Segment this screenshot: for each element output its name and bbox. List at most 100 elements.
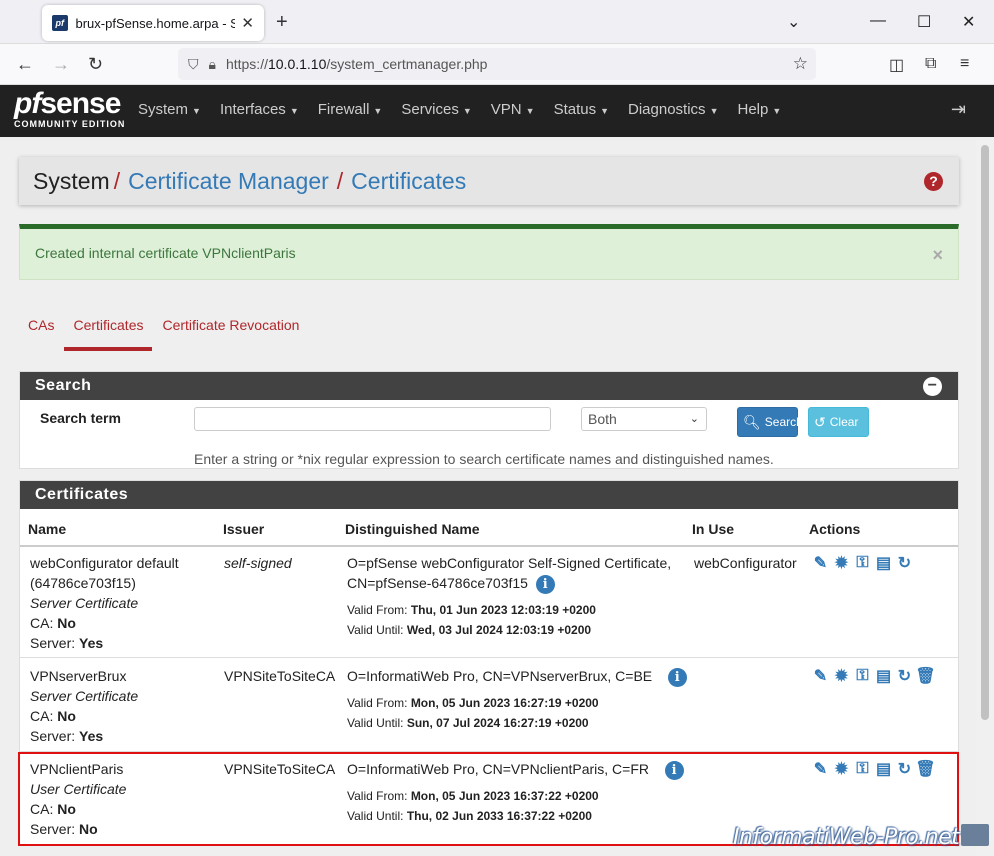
export-certificate-icon[interactable]: ✹ [832,553,851,572]
logout-icon[interactable]: ⇥ [951,99,966,120]
bookmark-star-icon[interactable]: ☆ [793,54,808,74]
export-certificate-icon[interactable]: ✹ [832,759,851,778]
column-name[interactable]: Name [28,521,66,537]
cert-tabs: CAs Certificates Certificate Revocation [19,315,309,351]
menu-status[interactable]: Status ▼ [554,101,609,118]
certificates-panel: Certificates Name Issuer Distinguished N… [19,480,959,844]
cert-name-cell: VPNserverBrux Server Certificate CA: No … [30,668,139,744]
edit-pencil-icon[interactable]: ✎ [811,666,830,685]
breadcrumb-separator: / [113,167,121,194]
breadcrumb-separator: / [336,167,344,194]
menu-system[interactable]: System ▼ [138,101,201,118]
menu-firewall[interactable]: Firewall ▼ [318,101,383,118]
info-icon[interactable]: i [535,574,555,594]
menu-hamburger-icon[interactable]: ≡ [960,55,969,73]
tab-certificates[interactable]: Certificates [64,315,153,351]
certificates-panel-title: Certificates [20,481,958,509]
row-divider [20,657,958,658]
tab-title: brux-pfSense.home.arpa - Syst [75,15,236,31]
lock-icon[interactable]: 🔒︎ [209,56,216,73]
renew-icon[interactable]: ↻ [895,759,914,778]
laptop-icon [961,824,989,846]
cert-dn-cell: O=pfSense webConfigurator Self-Signed Ce… [347,555,672,637]
info-icon[interactable]: i [667,667,687,687]
watermark: InformatiWeb-Pro.net [733,825,960,850]
collapse-minus-icon[interactable]: − [923,377,942,396]
chevron-down-icon: ⌄ [689,413,699,425]
cert-issuer-cell: VPNSiteToSiteCA [224,668,336,684]
cert-name-cell: webConfigurator default (64786ce703f15) … [30,555,179,651]
export-certificate-icon[interactable]: ✹ [832,666,851,685]
extensions-icon[interactable]: ⧉ [925,55,936,73]
scrollbar-thumb[interactable] [981,145,989,720]
search-button[interactable]: 🔍︎ Search [737,407,803,437]
info-icon[interactable]: i [664,760,684,780]
new-tab-icon[interactable]: + [276,11,288,34]
success-alert: Created internal certificate VPNclientPa… [19,224,959,280]
tab-cas[interactable]: CAs [19,315,63,351]
menu-services[interactable]: Services ▼ [401,101,471,118]
edit-pencil-icon[interactable]: ✎ [811,759,830,778]
breadcrumb-certificates[interactable]: Certificates [351,168,466,195]
reload-icon[interactable]: ↻ [88,54,103,75]
trash-icon[interactable]: 🗑︎ [915,666,935,685]
browser-nav-bar: ← → ↻ ⛉ 🔒︎ https://10.0.1.10/system_cert… [0,44,994,85]
forward-icon[interactable]: → [52,54,70,75]
back-icon[interactable]: ← [16,54,34,75]
alert-close-icon[interactable]: × [932,245,943,266]
tab-certificate-revocation[interactable]: Certificate Revocation [153,315,308,351]
browser-tab[interactable]: pf brux-pfSense.home.arpa - Syst ✕ [42,5,264,41]
pfsense-logo[interactable]: pfsense COMMUNITY EDITION [14,89,126,130]
close-tab-icon[interactable]: ✕ [241,14,254,32]
column-distinguished-name[interactable]: Distinguished Name [345,521,480,537]
logo-edition: COMMUNITY EDITION [14,119,126,129]
edit-pencil-icon[interactable]: ✎ [811,553,830,572]
browser-tab-bar: pf brux-pfSense.home.arpa - Syst ✕ + ⌄ —… [0,0,994,44]
page-scrollbar[interactable] [976,137,994,856]
column-issuer[interactable]: Issuer [223,521,264,537]
shield-icon[interactable]: ⛉ [188,56,199,73]
alert-message: Created internal certificate VPNclientPa… [35,245,296,261]
cert-dn-cell: O=InformatiWeb Pro, CN=VPNclientParis, C… [347,759,687,826]
url-bar[interactable]: ⛉ 🔒︎ https://10.0.1.10/system_certmanage… [178,48,816,80]
main-menu: System ▼ Interfaces ▼ Firewall ▼ Services ▼ … [138,101,800,118]
search-input[interactable] [194,407,551,431]
breadcrumb-certificate-manager[interactable]: Certificate Manager [128,168,329,195]
tab-list-chevron-icon[interactable]: ⌄ [787,12,800,32]
column-actions: Actions [809,521,861,537]
close-window-icon[interactable]: ✕ [962,12,975,32]
table-header-divider [20,545,958,547]
row-actions: ✎ ✹ ⚿ ▤ ↻ [811,553,916,572]
breadcrumb-system: System [33,167,110,194]
cert-dn-cell: O=InformatiWeb Pro, CN=VPNserverBrux, C=… [347,666,687,733]
search-panel: Search − Search term Both ⌄ 🔍︎ Search ↺ … [19,371,959,469]
export-archive-icon[interactable]: ▤ [874,553,893,572]
export-key-icon[interactable]: ⚿ [853,759,872,778]
minimize-icon[interactable]: — [870,12,886,30]
url-text[interactable]: https://10.0.1.10/system_certmanager.php [226,56,488,72]
menu-help[interactable]: Help ▼ [737,101,781,118]
export-archive-icon[interactable]: ▤ [874,666,893,685]
renew-icon[interactable]: ↻ [895,553,914,572]
export-key-icon[interactable]: ⚿ [853,666,872,685]
maximize-icon[interactable]: ☐ [917,12,931,32]
search-help-text: Enter a string or *nix regular expressio… [194,451,774,467]
column-in-use[interactable]: In Use [692,521,734,537]
pocket-icon[interactable]: ◫ [889,55,904,75]
export-key-icon[interactable]: ⚿ [853,553,872,572]
clear-button[interactable]: ↺ Clear [808,407,869,437]
trash-icon[interactable]: 🗑︎ [915,759,935,778]
menu-vpn[interactable]: VPN ▼ [491,101,535,118]
search-scope-select[interactable]: Both ⌄ [581,407,707,431]
pfsense-navbar: pfsense COMMUNITY EDITION System ▼ Interf… [0,85,994,137]
cert-in-use-cell: webConfigurator [694,555,797,571]
help-icon[interactable]: ? [924,172,943,191]
search-icon: 🔍︎ [743,413,761,430]
page-content: System / Certificate Manager / Certifica… [0,137,976,856]
renew-icon[interactable]: ↻ [895,666,914,685]
undo-icon: ↺ [814,413,826,430]
menu-interfaces[interactable]: Interfaces ▼ [220,101,299,118]
export-archive-icon[interactable]: ▤ [874,759,893,778]
menu-diagnostics[interactable]: Diagnostics ▼ [628,101,718,118]
search-panel-title: Search − [20,372,958,400]
